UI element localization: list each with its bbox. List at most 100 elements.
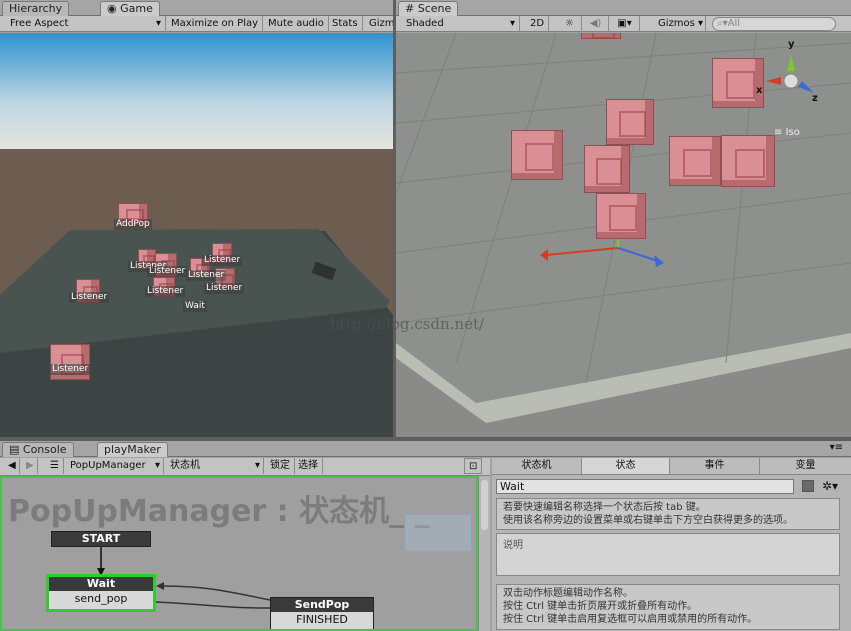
- projection-toggle[interactable]: ≡ Iso: [774, 127, 800, 138]
- scene-cube: [606, 99, 654, 145]
- aspect-label: Free Aspect: [10, 18, 69, 29]
- fsm-graph-canvas[interactable]: PopUpManager : 状态机_ _ START Wait send_po…: [0, 476, 478, 631]
- label-addpop: AddPop: [114, 219, 152, 230]
- game-toolbar: Free Aspect ▾ Maximize on Play Mute audio…: [0, 16, 395, 32]
- scene-cube: [669, 136, 721, 186]
- panel-menu-icon[interactable]: ▾≡: [830, 442, 843, 453]
- state-wait-title: Wait: [49, 577, 153, 591]
- list-icon[interactable]: ☰: [46, 458, 64, 474]
- hint-line: 按住 Ctrl 键单击启用复选框可以启用或禁用的所有动作。: [503, 614, 758, 625]
- aspect-dropdown[interactable]: Free Aspect ▾: [6, 16, 166, 32]
- label-wait: Wait: [183, 301, 207, 312]
- shading-dropdown[interactable]: Shaded ▾: [402, 16, 520, 32]
- scene-cube-selected[interactable]: [596, 193, 646, 239]
- console-icon: ▤: [9, 443, 23, 456]
- fsm-name-label: 状态机: [170, 460, 200, 471]
- mute-audio-button[interactable]: Mute audio: [264, 16, 329, 32]
- forward-icon[interactable]: ▶: [22, 458, 38, 474]
- lighting-icon[interactable]: ☼: [558, 16, 582, 32]
- start-label: START: [52, 532, 150, 546]
- scene-cube: [511, 130, 563, 180]
- label-listener: Listener: [147, 266, 188, 277]
- actions-hint-box: 双击动作标题编辑动作名称。 按住 Ctrl 键单击折页展开或折叠所有动作。 按住…: [496, 584, 840, 630]
- state-color-swatch[interactable]: [802, 480, 814, 492]
- bottom-tabbar: ▤ Console playMaker ▾≡: [0, 441, 851, 457]
- menu-icon: ≡: [774, 127, 786, 138]
- gizmos-dropdown[interactable]: Gizmos ▾: [654, 16, 706, 32]
- maximize-on-play-button[interactable]: Maximize on Play: [167, 16, 264, 32]
- label-listener: Listener: [69, 292, 110, 303]
- fsm-owner-dropdown[interactable]: PopUpManager ▾: [66, 458, 164, 474]
- tab-hierarchy[interactable]: Hierarchy: [2, 1, 70, 16]
- shading-label: Shaded: [406, 18, 444, 29]
- label-listener: Listener: [186, 270, 227, 281]
- state-sendpop-title: SendPop: [271, 598, 373, 612]
- game-view[interactable]: AddPop Listener Listener Listener Listen…: [0, 33, 393, 437]
- dropdown-arrow-icon: ▾: [254, 460, 260, 471]
- label-listener: Listener: [202, 255, 243, 266]
- scene-search-input[interactable]: ⌕▾All: [712, 17, 836, 31]
- scene-view[interactable]: y x z ≡ Iso: [396, 33, 851, 437]
- playmaker-inspector: 状态机 状态 事件 变量 Wait ✲▾ 若要快速编辑名称选择一个状态后按 ta…: [492, 458, 851, 631]
- label-listener: Listener: [204, 283, 245, 294]
- tab-state[interactable]: 状态: [582, 458, 670, 474]
- audio-icon[interactable]: ◀): [583, 16, 609, 32]
- scene-cube: [712, 58, 764, 108]
- lock-button[interactable]: 锁定: [266, 458, 295, 474]
- scene-cube: [584, 145, 630, 193]
- tab-label: Console: [22, 443, 67, 456]
- tab-fsm[interactable]: 状态机: [492, 458, 582, 474]
- tab-playmaker[interactable]: playMaker: [97, 442, 168, 457]
- scene-toolbar: Shaded ▾ 2D ☼ ◀) ▣▾ Gizmos ▾ ⌕▾All: [396, 16, 851, 32]
- label-listener: Listener: [145, 286, 186, 297]
- state-wait[interactable]: Wait send_pop: [46, 574, 156, 612]
- label-listener: Listener: [50, 364, 91, 375]
- axis-x-label: x: [756, 85, 763, 96]
- search-icon: ⌕▾: [717, 18, 728, 29]
- state-sendpop-event[interactable]: FINISHED: [271, 612, 373, 627]
- tab-variables[interactable]: 变量: [760, 458, 851, 474]
- inspector-tabs: 状态机 状态 事件 变量: [492, 458, 851, 475]
- hint-line: 按住 Ctrl 键单击折页展开或折叠所有动作。: [503, 601, 698, 612]
- watermark-text: http://blog.csdn.net/: [330, 315, 485, 333]
- axis-z-label: z: [812, 93, 818, 104]
- tab-label: playMaker: [104, 443, 161, 456]
- effects-icon[interactable]: ▣▾: [610, 16, 640, 32]
- search-placeholder: All: [727, 18, 741, 29]
- game-icon: ◉: [107, 2, 121, 15]
- mode-2d-button[interactable]: 2D: [526, 16, 550, 32]
- scrollbar-thumb[interactable]: [481, 480, 488, 530]
- gear-icon[interactable]: ✲▾: [822, 479, 838, 493]
- description-field[interactable]: 说明: [496, 533, 840, 576]
- graph-scrollbar[interactable]: [478, 476, 490, 631]
- axis-y-label: y: [788, 39, 795, 50]
- tab-console[interactable]: ▤ Console: [2, 442, 74, 457]
- stats-button[interactable]: Stats: [328, 16, 363, 32]
- gizmos-label: Gizmos: [658, 18, 695, 29]
- start-node[interactable]: START: [51, 531, 151, 547]
- grid-icon: #: [405, 2, 418, 15]
- scene-tabbar: # Scene: [396, 0, 851, 16]
- dropdown-arrow-icon: ▾: [509, 18, 515, 29]
- tab-game[interactable]: ◉ Game: [100, 1, 160, 16]
- hint-line: 若要快速编辑名称选择一个状态后按 tab 键。: [503, 502, 706, 513]
- fsm-owner-label: PopUpManager: [70, 460, 146, 471]
- tab-events[interactable]: 事件: [670, 458, 760, 474]
- state-wait-event[interactable]: send_pop: [49, 591, 153, 606]
- fsm-name-dropdown[interactable]: 状态机 ▾: [166, 458, 264, 474]
- hint-line: 使用该名称旁边的设置菜单或右键单击下方空白获得更多的选项。: [503, 515, 793, 526]
- scene-cube: [721, 135, 775, 187]
- state-sendpop[interactable]: SendPop FINISHED: [270, 597, 374, 629]
- playmaker-toolbar: ◀ ▶ ☰ PopUpManager ▾ 状态机 ▾ 锁定 选择 ⊡: [0, 458, 490, 476]
- dropdown-arrow-icon: ▾: [154, 460, 160, 471]
- dropdown-arrow-icon: ▾: [155, 18, 161, 29]
- state-name-field[interactable]: Wait: [496, 479, 794, 494]
- minimap-icon[interactable]: ⊡: [464, 458, 482, 474]
- back-icon[interactable]: ◀: [4, 458, 20, 474]
- tab-scene[interactable]: # Scene: [398, 1, 459, 16]
- state-hint-box: 若要快速编辑名称选择一个状态后按 tab 键。 使用该名称旁边的设置菜单或右键单…: [496, 498, 840, 530]
- select-button[interactable]: 选择: [294, 458, 323, 474]
- iso-label: Iso: [785, 127, 800, 138]
- tab-label: Scene: [417, 2, 452, 15]
- scene-cube: [581, 33, 621, 39]
